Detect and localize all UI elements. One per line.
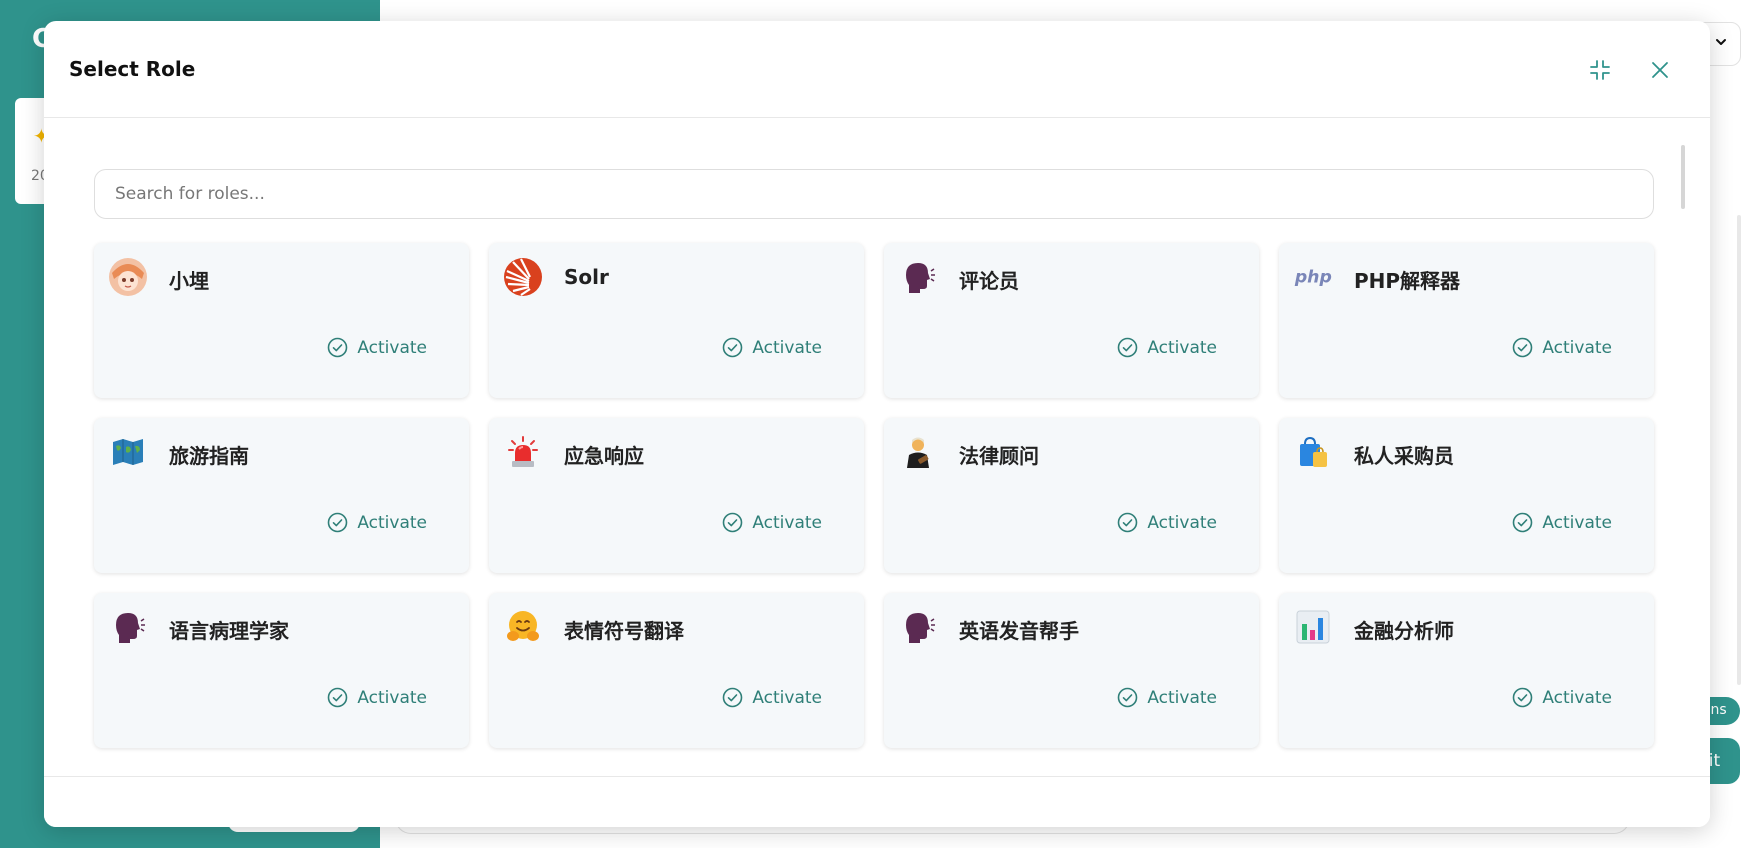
activate-label: Activate — [1147, 512, 1217, 533]
solr-logo-icon — [503, 257, 543, 297]
activate-label: Activate — [1542, 337, 1612, 358]
modal-scrollbar[interactable] — [1681, 145, 1685, 209]
role-name: 应急响应 — [564, 444, 644, 468]
activate-label: Activate — [1542, 687, 1612, 708]
check-circle-icon — [723, 687, 743, 708]
chevron-down-icon — [1714, 35, 1728, 53]
activate-label: Activate — [1542, 512, 1612, 533]
siren-light-icon — [503, 432, 543, 472]
role-card[interactable]: 英语发音帮手 Activate — [884, 593, 1259, 748]
check-circle-icon — [1118, 512, 1138, 533]
world-map-icon — [108, 432, 148, 472]
activate-label: Activate — [357, 337, 427, 358]
activate-label: Activate — [1147, 687, 1217, 708]
activate-label: Activate — [357, 512, 427, 533]
modal-title: Select Role — [69, 57, 196, 81]
check-circle-icon — [328, 337, 348, 358]
activate-label: Activate — [357, 687, 427, 708]
speaking-head-icon — [898, 607, 938, 647]
role-name: 评论员 — [959, 269, 1019, 293]
bar-chart-icon — [1293, 607, 1333, 647]
activate-button[interactable]: Activate — [722, 337, 822, 358]
activate-button[interactable]: Activate — [1117, 337, 1217, 358]
activate-label: Activate — [752, 337, 822, 358]
role-card[interactable]: 语言病理学家 Activate — [94, 593, 469, 748]
check-circle-icon — [723, 512, 743, 533]
activate-button[interactable]: Activate — [1512, 687, 1612, 708]
modal-header: Select Role — [44, 21, 1710, 118]
shopping-bags-icon — [1293, 432, 1333, 472]
check-circle-icon — [328, 687, 348, 708]
activate-label: Activate — [752, 687, 822, 708]
select-role-modal: Select Role Search for roles... 小埋 Activ… — [44, 21, 1710, 827]
role-name: 小埋 — [169, 269, 209, 293]
svg-text:php: php — [1294, 267, 1332, 287]
activate-button[interactable]: Activate — [722, 687, 822, 708]
role-name: 语言病理学家 — [169, 619, 289, 643]
role-name: 英语发音帮手 — [959, 619, 1079, 643]
role-name: 金融分析师 — [1354, 619, 1454, 643]
modal-footer — [44, 776, 1710, 827]
check-circle-icon — [328, 512, 348, 533]
role-card[interactable]: 评论员 Activate — [884, 243, 1259, 398]
minimize-icon — [1590, 60, 1610, 80]
activate-label: Activate — [1147, 337, 1217, 358]
role-name: Solr — [564, 265, 609, 289]
role-card[interactable]: 旅游指南 Activate — [94, 418, 469, 573]
activate-button[interactable]: Activate — [1512, 337, 1612, 358]
check-circle-icon — [1513, 512, 1533, 533]
anime-girl-avatar-icon — [108, 257, 148, 297]
modal-body: 小埋 Activate Solr — [44, 119, 1710, 777]
minimize-button[interactable] — [1585, 55, 1615, 85]
php-logo-icon: php — [1293, 257, 1333, 297]
role-name: 旅游指南 — [169, 444, 249, 468]
check-circle-icon — [1118, 337, 1138, 358]
activate-button[interactable]: Activate — [327, 337, 427, 358]
background-scrollbar[interactable] — [1737, 215, 1741, 685]
role-card[interactable]: 应急响应 Activate — [489, 418, 864, 573]
activate-button[interactable]: Activate — [327, 512, 427, 533]
role-search-input[interactable] — [94, 169, 1654, 219]
role-card[interactable]: 法律顾问 Activate — [884, 418, 1259, 573]
judge-icon — [898, 432, 938, 472]
activate-button[interactable]: Activate — [1117, 687, 1217, 708]
close-icon — [1652, 62, 1668, 78]
role-name: PHP解释器 — [1354, 269, 1461, 293]
activate-label: Activate — [752, 512, 822, 533]
activate-button[interactable]: Activate — [1117, 512, 1217, 533]
role-grid: 小埋 Activate Solr Activate 评论员 Activate p… — [94, 243, 1654, 748]
hugging-face-icon — [503, 607, 543, 647]
role-card[interactable]: 金融分析师 Activate — [1279, 593, 1654, 748]
check-circle-icon — [1513, 687, 1533, 708]
close-button[interactable] — [1645, 55, 1675, 85]
role-card[interactable]: 小埋 Activate — [94, 243, 469, 398]
check-circle-icon — [1513, 337, 1533, 358]
activate-button[interactable]: Activate — [1512, 512, 1612, 533]
role-card[interactable]: 表情符号翻译 Activate — [489, 593, 864, 748]
speaking-head-icon — [898, 257, 938, 297]
check-circle-icon — [1118, 687, 1138, 708]
activate-button[interactable]: Activate — [722, 512, 822, 533]
role-card[interactable]: php PHP解释器 Activate — [1279, 243, 1654, 398]
check-circle-icon — [723, 337, 743, 358]
role-card[interactable]: 私人采购员 Activate — [1279, 418, 1654, 573]
activate-button[interactable]: Activate — [327, 687, 427, 708]
role-card[interactable]: Solr Activate — [489, 243, 864, 398]
speaking-head-icon — [108, 607, 148, 647]
role-name: 私人采购员 — [1354, 444, 1454, 468]
role-name: 法律顾问 — [959, 444, 1039, 468]
role-name: 表情符号翻译 — [564, 619, 684, 643]
